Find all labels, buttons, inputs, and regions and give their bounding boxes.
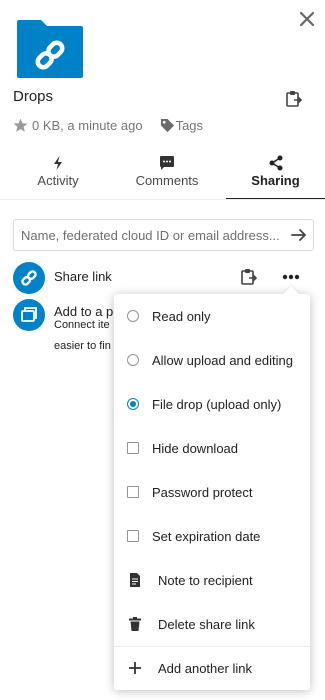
menu-item-add-another-link[interactable]: Add another link bbox=[114, 646, 310, 690]
tab-label: Comments bbox=[135, 173, 199, 188]
share-options-menu: Read only Allow upload and editing File … bbox=[114, 294, 310, 690]
checkbox-set-expiration[interactable] bbox=[127, 530, 139, 542]
arrow-right-icon[interactable] bbox=[290, 226, 308, 244]
tab-activity[interactable]: Activity bbox=[12, 150, 104, 198]
menu-item-label: Delete share link bbox=[158, 616, 255, 632]
menu-item-set-expiration[interactable]: Set expiration date bbox=[114, 514, 310, 558]
tab-label: Sharing bbox=[251, 173, 300, 188]
checkbox-password-protect[interactable] bbox=[127, 486, 139, 498]
share-search-box bbox=[13, 219, 314, 251]
tab-bar: Activity Comments Sharing bbox=[0, 150, 325, 200]
comments-icon bbox=[159, 155, 175, 171]
menu-item-label: Allow upload and editing bbox=[152, 352, 293, 368]
menu-item-label: File drop (upload only) bbox=[152, 396, 282, 412]
checkbox-hide-download[interactable] bbox=[127, 442, 139, 454]
menu-arrow bbox=[282, 286, 300, 295]
collection-title[interactable]: Add to a p bbox=[54, 304, 113, 319]
menu-item-label: Set expiration date bbox=[152, 528, 261, 544]
menu-item-label: Note to recipient bbox=[158, 572, 253, 588]
folder-link-icon bbox=[17, 20, 83, 78]
plus-icon bbox=[128, 661, 142, 675]
activity-icon bbox=[50, 155, 66, 171]
tabs-divider bbox=[0, 199, 325, 200]
radio-allow-upload[interactable] bbox=[127, 354, 139, 366]
delete-icon bbox=[128, 617, 142, 631]
menu-item-label: Hide download bbox=[152, 440, 239, 456]
file-name: Drops bbox=[13, 88, 54, 105]
menu-item-read-only[interactable]: Read only bbox=[114, 294, 310, 338]
collection-avatar bbox=[13, 299, 45, 331]
share-link-avatar bbox=[13, 262, 45, 294]
menu-item-label: Read only bbox=[152, 308, 211, 324]
menu-item-file-drop[interactable]: File drop (upload only) bbox=[114, 382, 310, 426]
more-options-icon[interactable] bbox=[281, 271, 301, 283]
tag-icon[interactable] bbox=[160, 118, 175, 133]
tab-sharing[interactable]: Sharing bbox=[226, 150, 325, 199]
file-meta: 0 KB, a minute ago Tags bbox=[13, 116, 203, 134]
menu-item-note-to-recipient[interactable]: Note to recipient bbox=[114, 558, 310, 602]
radio-read-only[interactable] bbox=[127, 310, 139, 322]
collection-description: easier to fin bbox=[54, 340, 111, 352]
star-icon[interactable] bbox=[13, 118, 28, 133]
radio-file-drop[interactable] bbox=[127, 398, 139, 410]
tab-label: Activity bbox=[37, 173, 79, 188]
tags-link[interactable]: Tags bbox=[176, 118, 203, 133]
menu-item-label: Add another link bbox=[158, 660, 252, 676]
share-search-input[interactable] bbox=[14, 220, 284, 250]
menu-item-hide-download[interactable]: Hide download bbox=[114, 426, 310, 470]
share-icon bbox=[268, 155, 284, 171]
menu-item-label: Password protect bbox=[152, 484, 253, 500]
note-icon bbox=[128, 573, 142, 587]
file-size-time: 0 KB, a minute ago bbox=[32, 117, 143, 133]
menu-item-password-protect[interactable]: Password protect bbox=[114, 470, 310, 514]
close-icon[interactable] bbox=[296, 8, 318, 30]
copy-link-icon[interactable] bbox=[240, 268, 257, 286]
share-link-label: Share link bbox=[54, 269, 112, 284]
clipboard-icon[interactable] bbox=[285, 90, 302, 108]
menu-item-delete-link[interactable]: Delete share link bbox=[114, 602, 310, 646]
tab-comments[interactable]: Comments bbox=[112, 150, 222, 198]
menu-item-allow-upload[interactable]: Allow upload and editing bbox=[114, 338, 310, 382]
collection-description: Connect ite bbox=[54, 319, 110, 331]
